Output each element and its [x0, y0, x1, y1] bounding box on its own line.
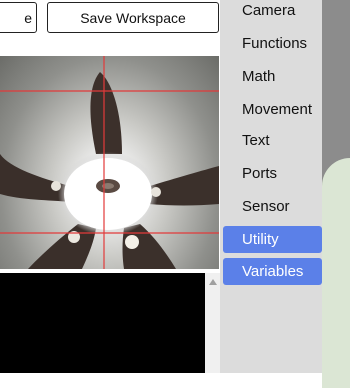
category-utility[interactable]: Utility: [223, 226, 322, 253]
console-scrollbar[interactable]: [205, 273, 220, 373]
block-workspace[interactable]: [322, 158, 350, 388]
camera-feed: [0, 56, 219, 269]
category-variables[interactable]: Variables: [223, 258, 322, 285]
category-math[interactable]: Math: [223, 63, 322, 90]
category-sensor[interactable]: Sensor: [223, 193, 322, 220]
ceiling-fan-image: [0, 56, 219, 269]
left-toolbar-button[interactable]: e: [0, 2, 37, 33]
block-category-panel: Camera Functions Math Movement Text Port…: [220, 0, 322, 373]
output-console[interactable]: [0, 273, 205, 373]
category-camera[interactable]: Camera: [223, 0, 322, 24]
category-functions[interactable]: Functions: [223, 30, 322, 57]
scroll-up-arrow-icon[interactable]: [205, 276, 220, 288]
save-workspace-button[interactable]: Save Workspace: [47, 2, 219, 33]
category-text[interactable]: Text: [223, 127, 322, 154]
category-ports[interactable]: Ports: [223, 160, 322, 187]
category-movement[interactable]: Movement: [223, 96, 322, 123]
